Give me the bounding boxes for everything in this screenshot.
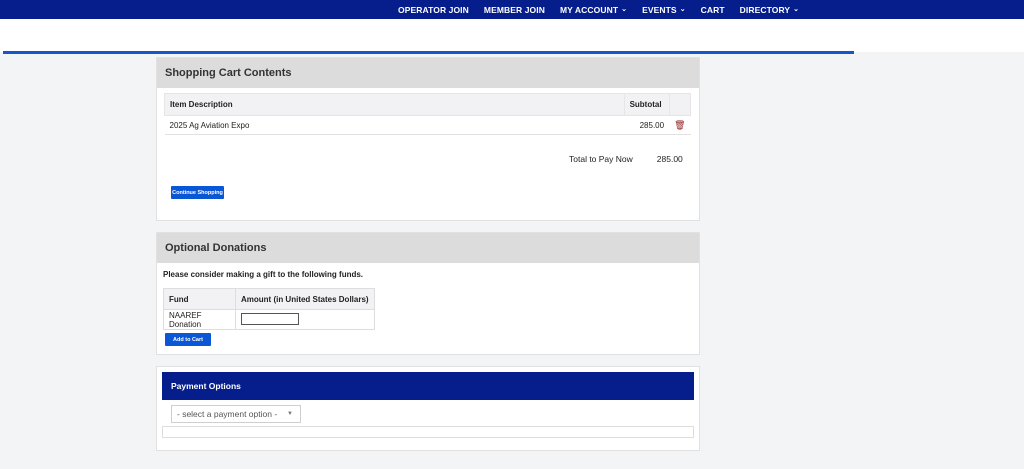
nav-item-label: CART <box>700 4 725 15</box>
delete-cell: 🗑 <box>669 115 691 135</box>
column-header-amount: Amount (in United States Dollars) <box>235 288 375 310</box>
item-description: 2025 Ag Aviation Expo <box>164 115 625 135</box>
donations-table-header: Fund Amount (in United States Dollars) <box>163 288 375 310</box>
cart-table: Item Description Subtotal 2025 Ag Aviati… <box>164 93 692 135</box>
header-bar <box>0 19 1024 52</box>
shopping-cart-title: Shopping Cart Contents <box>157 58 699 88</box>
shopping-cart-panel: Shopping Cart Contents Item Description … <box>156 57 700 221</box>
nav-directory[interactable]: DIRECTORY ⌄ <box>740 5 799 15</box>
payment-options-panel: Payment Options - select a payment optio… <box>156 366 700 451</box>
column-header-description: Item Description <box>164 93 625 116</box>
cart-table-header: Item Description Subtotal <box>164 93 692 116</box>
payment-options-title: Payment Options <box>162 372 694 400</box>
nav-item-label: OPERATOR JOIN <box>398 4 469 15</box>
donations-title: Optional Donations <box>157 233 699 263</box>
amount-cell <box>235 309 375 330</box>
triangle-down-icon: ▼ <box>287 411 293 417</box>
donation-amount-input[interactable] <box>241 313 299 326</box>
fund-name: NAAREF Donation <box>163 309 236 330</box>
nav-menu: OPERATOR JOIN MEMBER JOIN MY ACCOUNT ⌄ E… <box>398 0 814 19</box>
optional-donations-panel: Optional Donations Please consider makin… <box>156 232 700 355</box>
total-label: Total to Pay Now <box>569 154 633 164</box>
total-to-pay: Total to Pay Now 285.00 <box>569 154 683 164</box>
donations-table: Fund Amount (in United States Dollars) N… <box>163 288 375 330</box>
nav-item-label: DIRECTORY <box>739 4 791 15</box>
chevron-down-icon: ⌄ <box>793 5 800 13</box>
nav-events[interactable]: EVENTS ⌄ <box>642 5 686 15</box>
select-placeholder: - select a payment option - <box>177 409 278 419</box>
donations-intro: Please consider making a gift to the fol… <box>163 270 364 279</box>
nav-item-label: EVENTS <box>642 4 677 15</box>
table-row: 2025 Ag Aviation Expo 285.00 🗑 <box>164 115 691 135</box>
payment-option-select[interactable]: - select a payment option - ▼ <box>171 405 301 423</box>
nav-member-join[interactable]: MEMBER JOIN <box>484 5 545 15</box>
payment-details-area <box>162 426 694 438</box>
total-value: 285.00 <box>656 154 683 164</box>
column-header-actions <box>668 93 692 116</box>
column-header-fund: Fund <box>163 288 236 310</box>
continue-shopping-button[interactable]: Continue Shopping <box>171 186 224 199</box>
column-header-subtotal: Subtotal <box>623 93 670 116</box>
item-subtotal: 285.00 <box>624 115 670 135</box>
nav-item-label: MEMBER JOIN <box>483 4 545 15</box>
nav-operator-join[interactable]: OPERATOR JOIN <box>398 5 469 15</box>
nav-cart[interactable]: CART <box>701 5 725 15</box>
add-to-cart-button[interactable]: Add to Cart <box>165 333 211 346</box>
nav-item-label: MY ACCOUNT <box>559 4 619 15</box>
trash-icon[interactable]: 🗑 <box>674 120 685 130</box>
chevron-down-icon: ⌄ <box>679 5 686 13</box>
table-row: NAAREF Donation <box>163 309 375 330</box>
nav-my-account[interactable]: MY ACCOUNT ⌄ <box>560 5 627 15</box>
top-navigation: OPERATOR JOIN MEMBER JOIN MY ACCOUNT ⌄ E… <box>0 0 1024 19</box>
chevron-down-icon: ⌄ <box>621 5 628 13</box>
header-divider <box>3 51 854 54</box>
